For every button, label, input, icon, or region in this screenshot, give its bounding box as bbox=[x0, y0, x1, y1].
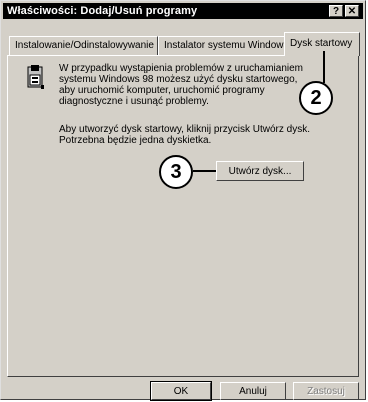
create-disk-button[interactable]: Utwórz dysk... bbox=[216, 161, 304, 181]
apply-button[interactable]: Zastosuj bbox=[293, 382, 359, 400]
startup-disk-icon bbox=[27, 65, 44, 89]
description-text: W przypadku wystąpienia problemów z uruc… bbox=[59, 63, 303, 107]
tab-startup-disk[interactable]: Dysk startowy bbox=[284, 32, 360, 56]
callout-leader-2 bbox=[323, 51, 325, 83]
title-bar: Właściwości: Dodaj/Usuń programy ? ✕ bbox=[3, 3, 363, 19]
tab-uninstall[interactable]: Instalowanie/Odinstalowywanie bbox=[9, 36, 158, 55]
help-button[interactable]: ? bbox=[329, 5, 343, 17]
close-button[interactable]: ✕ bbox=[345, 5, 359, 17]
instruction-text: Aby utworzyć dysk startowy, kliknij przy… bbox=[59, 124, 310, 146]
callout-marker-3: 3 bbox=[159, 155, 193, 189]
callout-marker-2: 2 bbox=[299, 81, 333, 115]
callout-leader-3 bbox=[193, 170, 216, 172]
tab-windows-installer[interactable]: Instalator systemu Windows bbox=[158, 36, 289, 55]
cancel-button[interactable]: Anuluj bbox=[220, 382, 286, 400]
ok-button[interactable]: OK bbox=[150, 381, 212, 401]
properties-dialog: Właściwości: Dodaj/Usuń programy ? ✕ Ins… bbox=[0, 0, 366, 401]
window-title: Właściwości: Dodaj/Usuń programy bbox=[7, 5, 198, 17]
